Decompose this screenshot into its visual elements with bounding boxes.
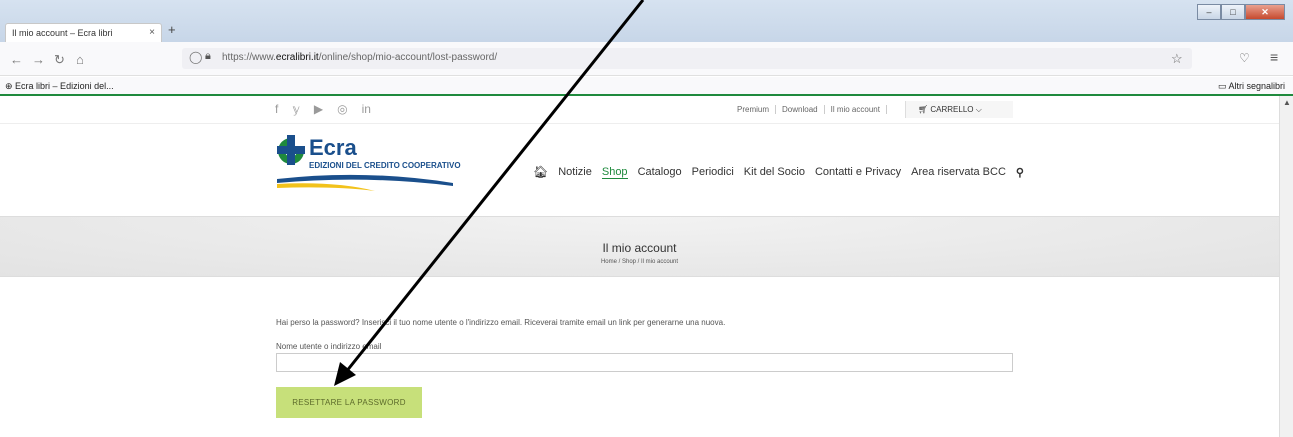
maximize-icon[interactable]: □ <box>1221 4 1245 20</box>
nav-periodici[interactable]: Periodici <box>692 166 734 178</box>
minimize-icon[interactable]: – <box>1197 4 1221 20</box>
form-intro: Hai perso la password? Inserisci il tuo … <box>276 318 726 327</box>
nav-contatti[interactable]: Contatti e Privacy <box>815 166 901 178</box>
pocket-icon[interactable]: ♡ <box>1239 51 1250 65</box>
cart-button[interactable]: 🛒︎ CARRELLO ⌵ <box>905 101 1013 118</box>
top-links: Premium Download Il mio account <box>737 105 887 114</box>
home-nav-icon[interactable]: 🏠︎ <box>533 165 548 179</box>
address-bar[interactable]: ◯ 🔒︎ https://www.ecralibri.it/online/sho… <box>182 48 1192 69</box>
chevron-down-icon: ⌵ <box>975 105 982 114</box>
tab-close-icon[interactable]: × <box>149 24 155 42</box>
logo-tagline: EDIZIONI DEL CREDITO COOPERATIVO <box>309 161 461 170</box>
cart-label: CARRELLO <box>930 105 974 114</box>
bookmarks-bar: ⊕ Ecra libri – Edizioni del... ▭ Altri s… <box>0 77 1293 96</box>
nav-kit-socio[interactable]: Kit del Socio <box>744 166 805 178</box>
lost-password-form: Hai perso la password? Inserisci il tuo … <box>0 277 1279 437</box>
breadcrumb: Home / Shop / Il mio account <box>600 259 679 265</box>
web-page: f 𝕪 ▶ ◎ in Premium Download Il mio accou… <box>0 96 1279 437</box>
home-icon[interactable]: ⌂ <box>76 52 84 67</box>
shield-icon[interactable]: ◯ <box>189 50 202 64</box>
window-controls: – □ ✕ <box>1197 4 1285 20</box>
main-navigation: 🏠︎ Notizie Shop Catalogo Periodici Kit d… <box>533 165 1024 179</box>
logo-swoosh-icon <box>277 174 453 191</box>
tab-title: Il mio account – Ecra libri <box>12 28 113 38</box>
cart-icon: 🛒︎ <box>918 105 929 114</box>
lock-icon[interactable]: 🔒︎ <box>205 50 211 63</box>
username-label: Nome utente o indirizzo email <box>276 342 382 351</box>
linkedin-icon[interactable]: in <box>362 102 371 116</box>
search-icon[interactable]: ⚲ <box>1016 166 1024 179</box>
bookmark-ecra[interactable]: ⊕ Ecra libri – Edizioni del... <box>5 81 114 92</box>
social-links: f 𝕪 ▶ ◎ in <box>275 102 371 116</box>
close-window-icon[interactable]: ✕ <box>1245 4 1285 20</box>
forward-icon[interactable]: → <box>32 52 45 67</box>
nav-area-riservata[interactable]: Area riservata BCC <box>911 166 1006 178</box>
nav-catalogo[interactable]: Catalogo <box>638 166 682 178</box>
browser-tab[interactable]: Il mio account – Ecra libri × <box>5 23 162 42</box>
url-text: https://www.ecralibri.it/online/shop/mio… <box>222 52 498 63</box>
reload-icon[interactable]: ↻ <box>54 52 65 68</box>
page-hero: Il mio account Home / Shop / Il mio acco… <box>0 216 1279 277</box>
page-scrollbar[interactable]: ▲ <box>1279 96 1293 437</box>
scroll-up-icon[interactable]: ▲ <box>1283 98 1291 107</box>
nav-shop[interactable]: Shop <box>601 166 628 179</box>
new-tab-icon[interactable]: + <box>168 22 176 37</box>
menu-icon[interactable]: ≡ <box>1270 49 1278 65</box>
site-topbar: f 𝕪 ▶ ◎ in Premium Download Il mio accou… <box>0 96 1279 124</box>
navigation-toolbar: ← → ↻ ⌂ ◯ 🔒︎ https://www.ecralibri.it/on… <box>0 42 1293 76</box>
logo-name: Ecra <box>309 135 357 160</box>
star-icon[interactable]: ☆ <box>1171 51 1183 67</box>
nav-notizie[interactable]: Notizie <box>558 166 592 178</box>
instagram-icon[interactable]: ◎ <box>337 102 347 116</box>
logo-mark-icon <box>277 135 305 165</box>
bookmark-other[interactable]: ▭ Altri segnalibri <box>1218 81 1285 92</box>
youtube-icon[interactable]: ▶ <box>314 102 323 116</box>
twitter-icon[interactable]: 𝕪 <box>292 102 300 116</box>
site-header: Ecra EDIZIONI DEL CREDITO COOPERATIVO 🏠︎… <box>0 124 1279 216</box>
browser-tab-bar: Il mio account – Ecra libri × + – □ ✕ <box>0 0 1293 42</box>
site-logo[interactable]: Ecra EDIZIONI DEL CREDITO COOPERATIVO <box>275 135 465 197</box>
back-icon[interactable]: ← <box>10 52 23 67</box>
username-input[interactable] <box>276 353 1013 372</box>
reset-password-button[interactable]: RESETTARE LA PASSWORD <box>276 387 422 418</box>
link-download[interactable]: Download <box>776 105 825 114</box>
link-premium[interactable]: Premium <box>737 105 777 114</box>
page-title: Il mio account <box>602 241 677 255</box>
link-my-account[interactable]: Il mio account <box>825 105 887 114</box>
facebook-icon[interactable]: f <box>275 102 278 116</box>
